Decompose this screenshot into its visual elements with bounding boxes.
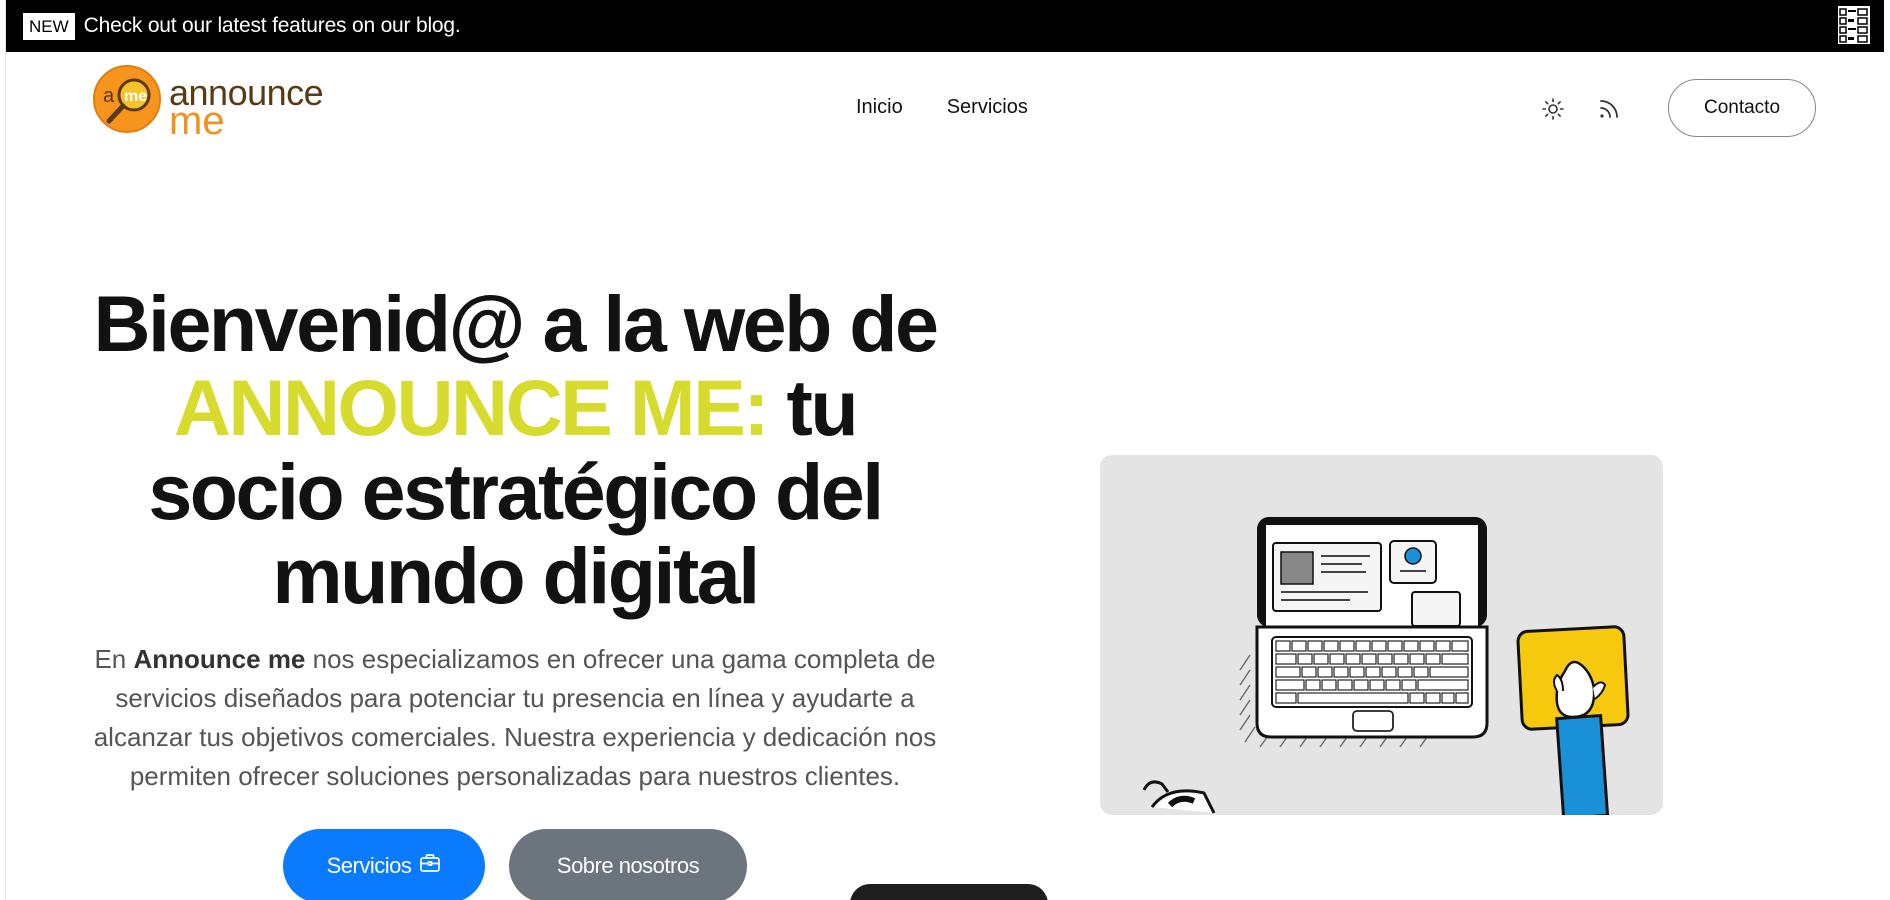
announcement-text[interactable]: Check out our latest features on our blo… [84, 14, 461, 38]
hero-desc-brand: Announce me [133, 644, 306, 674]
hero-title-accent: ANNOUNCE ME: [173, 363, 770, 452]
new-badge: NEW [23, 12, 75, 40]
hero-illustration [1100, 455, 1663, 815]
svg-text:me: me [124, 88, 147, 105]
logo-magnifier-icon: a me [93, 65, 165, 137]
contact-button[interactable]: Contacto [1668, 79, 1816, 137]
hero-description: En Announce me nos especializamos en ofr… [70, 640, 960, 796]
announcement-bar[interactable]: NEW Check out our latest features on our… [6, 0, 1884, 52]
briefcase-icon [419, 853, 441, 879]
about-us-button[interactable]: Sobre nosotros [509, 829, 747, 900]
sun-icon[interactable] [1538, 94, 1568, 124]
rss-icon[interactable] [1594, 94, 1624, 124]
services-button[interactable]: Servicios [283, 829, 485, 900]
main-nav: Inicio Servicios [856, 96, 1028, 119]
logo-wordmark: announce me [169, 74, 324, 141]
services-button-label: Servicios [326, 853, 412, 878]
qr-code-icon [1838, 6, 1870, 44]
page: NEW Check out our latest features on our… [0, 0, 1890, 900]
brand-logo[interactable]: a me announce me [93, 65, 324, 141]
floating-widget[interactable] [850, 884, 1048, 900]
nav-item-servicios[interactable]: Servicios [947, 96, 1028, 119]
nav-item-inicio[interactable]: Inicio [856, 96, 903, 119]
hero-title-part-1: Bienvenid@ a la web de [93, 279, 939, 368]
hero-desc-prefix: En [94, 644, 134, 674]
svg-text:a: a [103, 85, 115, 107]
site-header: a me announce me Inicio Servicios Contac… [6, 52, 1884, 162]
hero-title: Bienvenid@ a la web de ANNOUNCE ME: tu s… [70, 282, 960, 618]
